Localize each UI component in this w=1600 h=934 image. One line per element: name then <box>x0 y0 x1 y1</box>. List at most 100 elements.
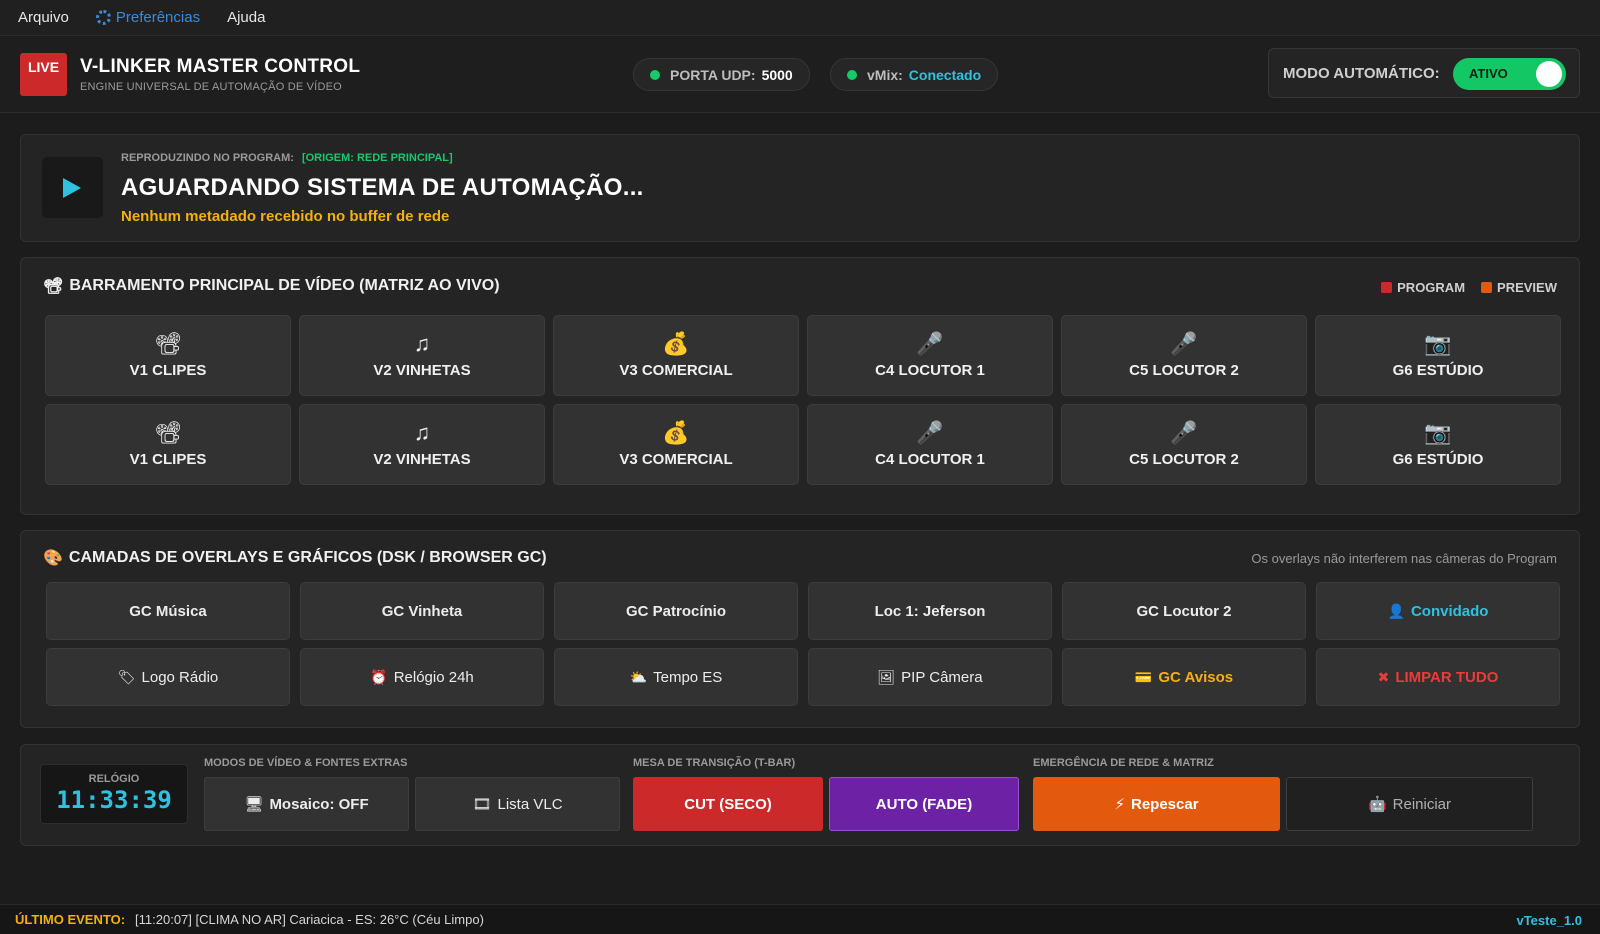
overlay-label: GC Vinheta <box>381 602 463 620</box>
auto-mode-label: MODO AUTOMÁTICO: <box>1283 65 1440 82</box>
overlay-pip-camera[interactable]: 🖼 PIP Câmera <box>808 648 1052 706</box>
preview-source-c5[interactable]: 🎤 C5 LOCUTOR 2 <box>1061 404 1307 485</box>
menu-file[interactable]: Arquivo <box>18 9 69 26</box>
clock-label: RELÓGIO <box>88 773 140 785</box>
lightning-icon: ⚡ <box>1114 796 1125 813</box>
overlay-gc-avisos[interactable]: 💳 GC Avisos <box>1062 648 1306 706</box>
live-badge: LIVE <box>20 53 67 96</box>
person-icon: 👤 <box>1387 602 1405 619</box>
now-playing-title: AGUARDANDO SISTEMA DE AUTOMAÇÃO... <box>121 174 644 201</box>
toggle-knob <box>1536 61 1562 87</box>
camera-icon: 📽 <box>154 420 182 445</box>
source-label: V1 CLIPES <box>129 362 207 379</box>
overlay-label: GC Avisos <box>1158 668 1234 686</box>
program-source-v2[interactable]: ♫ V2 VINHETAS <box>299 315 545 396</box>
status-bar: ÚLTIMO EVENTO: [11:20:07] [CLIMA NO AR] … <box>0 904 1600 934</box>
overlays-header: 🎨 CAMADAS DE OVERLAYS E GRÁFICOS (DSK / … <box>43 548 547 568</box>
music-note-icon: ♫ <box>413 420 431 445</box>
auto-fade-button[interactable]: AUTO (FADE) <box>829 777 1019 831</box>
auto-mode-toggle[interactable]: ATIVO <box>1453 58 1566 90</box>
program-source-c4[interactable]: 🎤 C4 LOCUTOR 1 <box>807 315 1053 396</box>
play-icon <box>63 178 81 198</box>
transition-group-label: MESA DE TRANSIÇÃO (T-BAR) <box>633 757 796 769</box>
overlay-label: PIP Câmera <box>901 668 983 686</box>
menu-preferences[interactable]: Preferências <box>95 9 201 26</box>
overlays-grid: GC Música GC Vinheta GC Patrocínio Loc 1… <box>46 582 1560 706</box>
rescan-button[interactable]: ⚡ Repescar <box>1033 777 1280 831</box>
overlay-convidado[interactable]: 👤 Convidado <box>1316 582 1560 640</box>
restart-label: Reiniciar <box>1392 795 1452 813</box>
overlay-gc-patrocinio[interactable]: GC Patrocínio <box>554 582 798 640</box>
rescan-label: Repescar <box>1131 795 1199 813</box>
emergency-group-label: EMERGÊNCIA DE REDE & MATRIZ <box>1033 757 1214 769</box>
microphone-icon: 🎤 <box>1170 420 1198 445</box>
app-title: V-LINKER MASTER CONTROL <box>80 56 361 77</box>
source-label: V1 CLIPES <box>129 451 207 468</box>
overlay-label: Relógio 24h <box>393 668 474 686</box>
preview-source-c4[interactable]: 🎤 C4 LOCUTOR 1 <box>807 404 1053 485</box>
overlay-loc1[interactable]: Loc 1: Jeferson <box>808 582 1052 640</box>
cut-button[interactable]: CUT (SECO) <box>633 777 823 831</box>
mosaic-button[interactable]: 🖥 Mosaico: OFF <box>204 777 409 831</box>
close-icon: ✖ <box>1377 668 1390 685</box>
clock-time: 11:33:39 <box>56 786 172 814</box>
microphone-icon: 🎤 <box>916 331 944 356</box>
weather-icon: ⛅ <box>629 668 648 685</box>
film-icon: 🎞 <box>472 796 492 813</box>
camera-icon: 📽 <box>43 278 64 295</box>
camera-icon: 📽 <box>154 331 182 356</box>
video-bus-grid: 📽 V1 CLIPES ♫ V2 VINHETAS 💰 V3 COMERCIAL 🎤 C… <box>45 315 1561 485</box>
udp-port-status: PORTA UDP: 5000 <box>633 58 810 91</box>
version-label: vTeste_1.0 <box>1516 913 1582 928</box>
mosaic-label: Mosaico: OFF <box>269 795 369 813</box>
preview-source-v1[interactable]: 📽 V1 CLIPES <box>45 404 291 485</box>
overlay-tempo[interactable]: ⛅ Tempo ES <box>554 648 798 706</box>
preview-source-v2[interactable]: ♫ V2 VINHETAS <box>299 404 545 485</box>
alarm-clock-icon: ⏰ <box>370 668 388 685</box>
program-swatch <box>1381 282 1393 293</box>
udp-value: 5000 <box>761 66 793 83</box>
overlay-gc-vinheta[interactable]: GC Vinheta <box>300 582 544 640</box>
vmix-value: Conectado <box>908 66 982 83</box>
overlays-note: Os overlays não interferem nas câmeras d… <box>1251 551 1557 566</box>
source-label: C5 LOCUTOR 2 <box>1129 362 1239 379</box>
menu-bar: Arquivo Preferências Ajuda <box>0 0 1600 36</box>
menu-preferences-label: Preferências <box>115 9 201 26</box>
udp-label: PORTA UDP: <box>670 66 756 83</box>
overlay-clear-all[interactable]: ✖ LIMPAR TUDO <box>1316 648 1560 706</box>
last-event-label: ÚLTIMO EVENTO: <box>15 912 126 927</box>
clock: RELÓGIO 11:33:39 <box>40 764 188 824</box>
program-source-v1[interactable]: 📽 V1 CLIPES <box>45 315 291 396</box>
microphone-icon: 🎤 <box>1170 331 1198 356</box>
overlay-relogio[interactable]: ⏰ Relógio 24h <box>300 648 544 706</box>
overlay-logo-radio[interactable]: 🏷 Logo Rádio <box>46 648 290 706</box>
legend-program-label: PROGRAM <box>1397 280 1466 295</box>
program-source-v3[interactable]: 💰 V3 COMERCIAL <box>553 315 799 396</box>
gear-icon <box>95 10 111 25</box>
overlay-label: Tempo ES <box>653 668 723 686</box>
overlay-gc-musica[interactable]: GC Música <box>46 582 290 640</box>
source-label: V3 COMERCIAL <box>619 451 733 468</box>
legend-program: PROGRAM <box>1381 280 1465 295</box>
menu-help[interactable]: Ajuda <box>227 9 265 26</box>
now-playing-subtitle: Nenhum metadado recebido no buffer de re… <box>121 208 450 225</box>
studio-camera-icon: 📷 <box>1424 420 1452 445</box>
overlay-label: LIMPAR TUDO <box>1395 668 1499 686</box>
restart-button[interactable]: 🤖 Reiniciar <box>1286 777 1533 831</box>
source-label: V2 VINHETAS <box>373 451 471 468</box>
overlay-label: Loc 1: Jeferson <box>874 602 986 620</box>
modes-group-label: MODOS DE VÍDEO & FONTES EXTRAS <box>204 757 408 769</box>
legend-preview-label: PREVIEW <box>1497 280 1557 295</box>
program-source-g6[interactable]: 📷 G6 ESTÚDIO <box>1315 315 1561 396</box>
preview-source-g6[interactable]: 📷 G6 ESTÚDIO <box>1315 404 1561 485</box>
microphone-icon: 🎤 <box>916 420 944 445</box>
money-bag-icon: 💰 <box>662 420 690 445</box>
source-label: V2 VINHETAS <box>373 362 471 379</box>
vmix-status: vMix: Conectado <box>830 58 999 91</box>
video-bus-header: 📽 BARRAMENTO PRINCIPAL DE VÍDEO (MATRIZ … <box>43 276 500 296</box>
play-button[interactable] <box>42 157 103 218</box>
overlay-gc-locutor2[interactable]: GC Locutor 2 <box>1062 582 1306 640</box>
program-source-c5[interactable]: 🎤 C5 LOCUTOR 2 <box>1061 315 1307 396</box>
preview-source-v3[interactable]: 💰 V3 COMERCIAL <box>553 404 799 485</box>
vlc-list-button[interactable]: 🎞 Lista VLC <box>415 777 620 831</box>
